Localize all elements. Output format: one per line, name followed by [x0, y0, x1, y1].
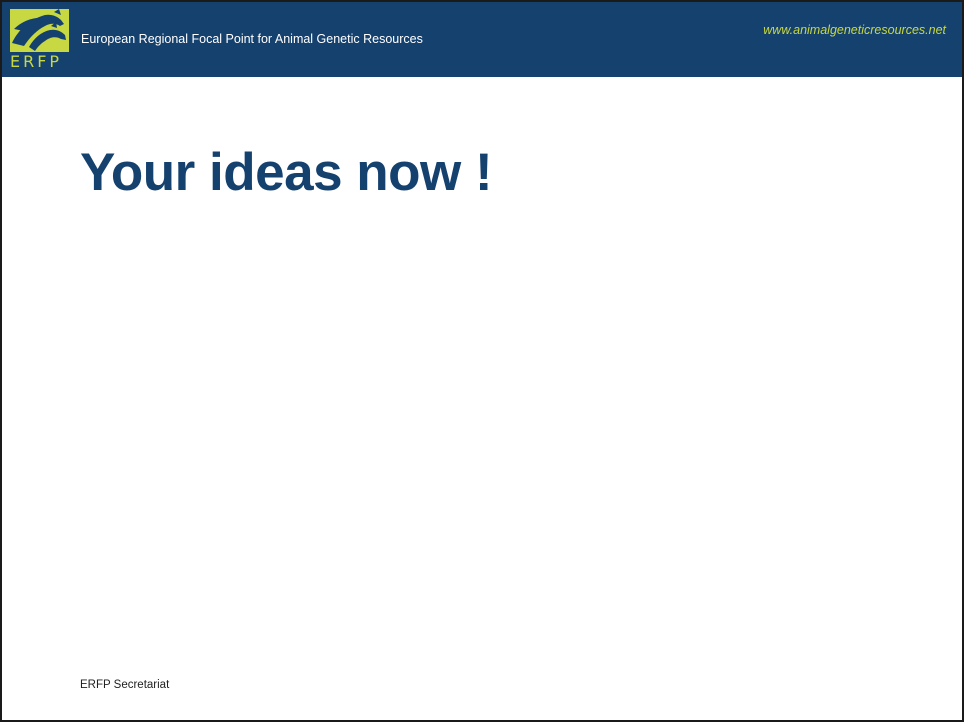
erfp-logo: ERFP [10, 9, 69, 73]
website-url: www.animalgeneticresources.net [763, 23, 946, 37]
logo-wordmark: ERFP [10, 52, 63, 71]
organization-name: European Regional Focal Point for Animal… [81, 32, 423, 46]
slide-header: ERFP European Regional Focal Point for A… [2, 2, 962, 77]
presentation-slide: ERFP European Regional Focal Point for A… [0, 0, 964, 722]
animal-heads-icon [12, 9, 66, 51]
logo-emblem [10, 9, 69, 52]
slide-title: Your ideas now ! [80, 143, 493, 202]
slide-footer: ERFP Secretariat [80, 679, 170, 691]
